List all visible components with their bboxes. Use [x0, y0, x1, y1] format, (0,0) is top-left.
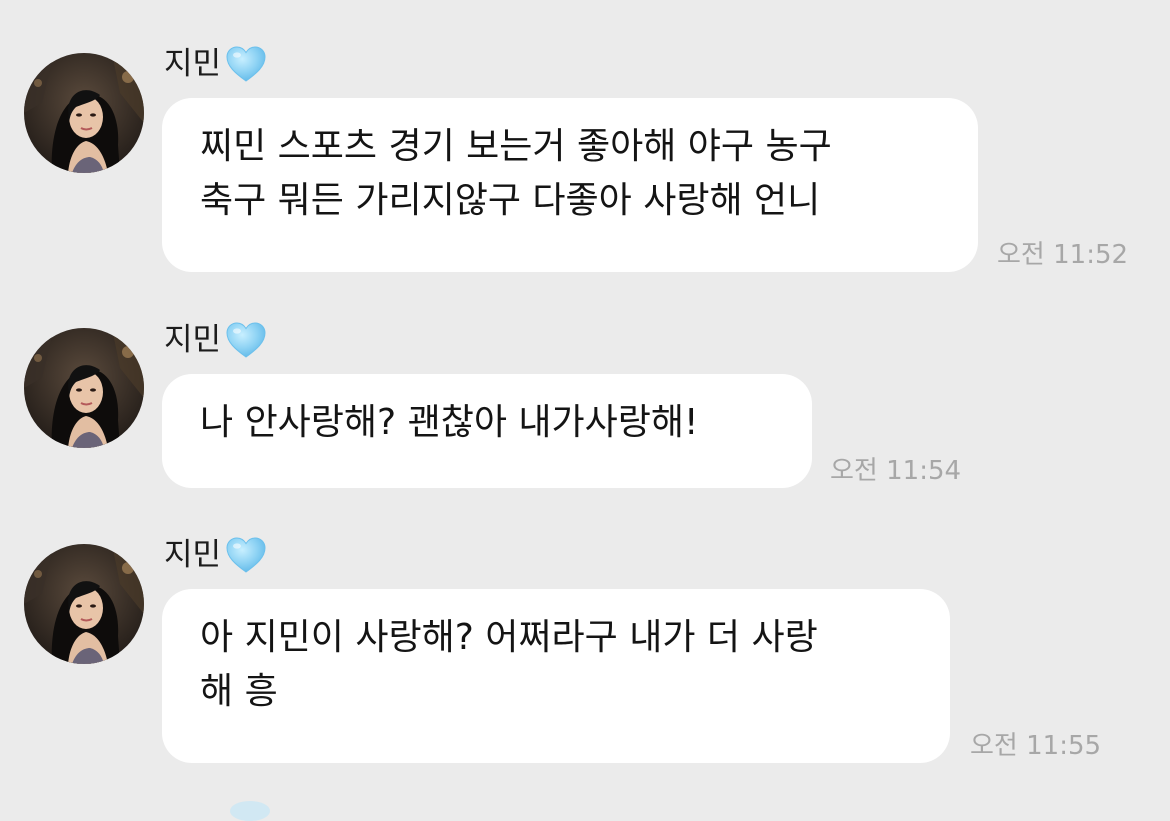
avatar[interactable] [24, 544, 144, 664]
sender-name: 지민 [164, 537, 222, 573]
message-timestamp: 오전 11:55 [970, 731, 1102, 761]
message-group: 지민 아 지민이 사랑해? 어쩌라구 내가 더 사랑 해 흥 오전 11:55 [0, 0, 1170, 790]
message-bubble[interactable]: 아 지민이 사랑해? 어쩌라구 내가 더 사랑 해 흥 [162, 589, 950, 763]
sender-row: 지민 [164, 533, 267, 577]
next-message-heart-fragment [230, 801, 270, 821]
chat-thread: 지민 찌민 스포츠 경기 보는거 좋아해 야구 농구 축구 뭐든 가리지않구 다… [0, 0, 1170, 821]
light-blue-heart-icon [225, 535, 267, 575]
